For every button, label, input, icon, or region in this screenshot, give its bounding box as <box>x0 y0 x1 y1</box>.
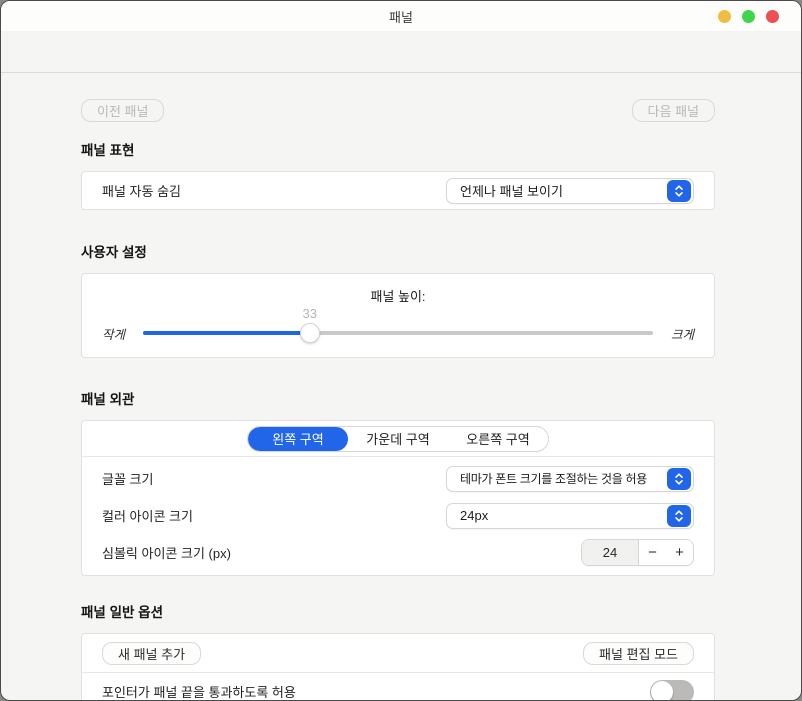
toggle-knob <box>651 681 673 701</box>
appearance-card: 왼쪽 구역 가운데 구역 오른쪽 구역 글꼴 크기 테마가 폰트 크기를 조절하… <box>81 420 715 576</box>
panel-height-title: 패널 높이: <box>102 286 694 305</box>
autohide-selected-value: 언제나 패널 보이기 <box>460 181 563 200</box>
previous-panel-button[interactable]: 이전 패널 <box>81 99 164 122</box>
slider-max-label: 크게 <box>671 324 694 343</box>
pointer-passthrough-label: 포인터가 패널 끝을 통과하도록 허용 <box>102 682 296 701</box>
panel-nav-row: 이전 패널 다음 패널 <box>81 99 715 122</box>
panel-height-slider[interactable]: 33 <box>143 323 653 343</box>
color-icon-size-selected-value: 24px <box>460 508 488 523</box>
slider-min-label: 작게 <box>102 324 125 343</box>
slider-fill <box>143 331 310 335</box>
zone-tabs-row: 왼쪽 구역 가운데 구역 오른쪽 구역 <box>82 421 714 457</box>
minimize-button[interactable] <box>718 10 731 23</box>
panel-edit-mode-button[interactable]: 패널 편집 모드 <box>583 642 694 665</box>
font-size-label: 글꼴 크기 <box>102 469 153 488</box>
font-size-selected-value: 테마가 폰트 크기를 조절하는 것을 허용 <box>460 470 647 487</box>
pointer-passthrough-toggle[interactable] <box>650 680 694 701</box>
stepper-plus-button[interactable]: + <box>666 540 693 565</box>
updown-chevron-icon <box>667 505 691 527</box>
section-heading-general-options: 패널 일반 옵션 <box>81 601 715 621</box>
updown-chevron-icon <box>667 468 691 490</box>
toolbar-strip <box>1 31 801 73</box>
color-icon-size-select[interactable]: 24px <box>446 503 694 529</box>
updown-chevron-icon <box>667 180 691 202</box>
symbolic-icon-size-row: 심볼릭 아이콘 크기 (px) 24 − + <box>82 534 714 571</box>
close-button[interactable] <box>766 10 779 23</box>
font-size-select[interactable]: 테마가 폰트 크기를 조절하는 것을 허용 <box>446 466 694 492</box>
slider-value: 33 <box>303 306 317 321</box>
panel-buttons-row: 새 패널 추가 패널 편집 모드 <box>82 634 714 673</box>
symbolic-icon-size-label: 심볼릭 아이콘 크기 (px) <box>102 543 231 562</box>
pointer-passthrough-row: 포인터가 패널 끝을 통과하도록 허용 <box>82 673 714 701</box>
panel-height-slider-row: 작게 33 크게 <box>102 323 694 343</box>
tab-center-zone[interactable]: 가운데 구역 <box>348 427 448 451</box>
stepper-value-field[interactable]: 24 <box>582 540 639 565</box>
user-settings-card: 패널 높이: 작게 33 크게 <box>81 273 715 358</box>
panel-preferences-window: 패널 이전 패널 다음 패널 패널 표현 패널 자동 숨김 언제나 패널 보이기 <box>0 0 802 701</box>
tab-left-zone[interactable]: 왼쪽 구역 <box>248 427 348 451</box>
section-heading-user-settings: 사용자 설정 <box>81 241 715 261</box>
color-icon-size-row: 컬러 아이콘 크기 24px <box>82 497 714 534</box>
font-size-row: 글꼴 크기 테마가 폰트 크기를 조절하는 것을 허용 <box>82 460 714 497</box>
next-panel-button[interactable]: 다음 패널 <box>632 99 715 122</box>
content: 이전 패널 다음 패널 패널 표현 패널 자동 숨김 언제나 패널 보이기 사용… <box>1 99 801 701</box>
tab-right-zone[interactable]: 오른쪽 구역 <box>448 427 548 451</box>
autohide-label: 패널 자동 숨김 <box>102 181 181 200</box>
add-new-panel-button[interactable]: 새 패널 추가 <box>102 642 201 665</box>
general-options-card: 새 패널 추가 패널 편집 모드 포인터가 패널 끝을 통과하도록 허용 <box>81 633 715 701</box>
color-icon-size-label: 컬러 아이콘 크기 <box>102 506 193 525</box>
autohide-row: 패널 자동 숨김 언제나 패널 보이기 <box>82 172 714 209</box>
window-controls <box>718 1 779 31</box>
stepper-minus-button[interactable]: − <box>639 540 666 565</box>
window-title: 패널 <box>389 7 413 26</box>
maximize-button[interactable] <box>742 10 755 23</box>
section-heading-panel-display: 패널 표현 <box>81 139 715 159</box>
titlebar[interactable]: 패널 <box>1 1 801 31</box>
section-heading-appearance: 패널 외관 <box>81 388 715 408</box>
symbolic-icon-size-stepper: 24 − + <box>581 539 694 566</box>
autohide-select[interactable]: 언제나 패널 보이기 <box>446 178 694 204</box>
zone-segmented-control: 왼쪽 구역 가운데 구역 오른쪽 구역 <box>247 426 549 452</box>
panel-display-card: 패널 자동 숨김 언제나 패널 보이기 <box>81 171 715 210</box>
slider-thumb[interactable] <box>300 323 320 343</box>
